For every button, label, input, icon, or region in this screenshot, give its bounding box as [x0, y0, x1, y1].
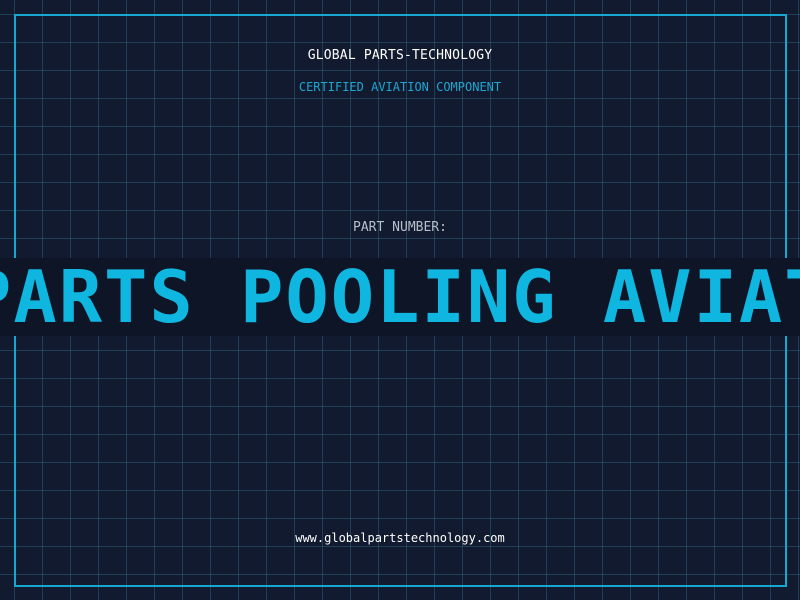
company-name: GLOBAL PARTS-TECHNOLOGY [307, 48, 493, 63]
website-url: www.globalpartstechnology.com [295, 531, 505, 545]
label-card: GLOBAL PARTS-TECHNOLOGY CERTIFIED AVIATI… [0, 0, 800, 600]
part-number-band: PARTS POOLING AVIATION [0, 258, 800, 336]
part-number-label: PART NUMBER: [353, 220, 447, 235]
certification-subtitle: CERTIFIED AVIATION COMPONENT [298, 80, 502, 94]
part-number-value: PARTS POOLING AVIATION [0, 258, 800, 336]
